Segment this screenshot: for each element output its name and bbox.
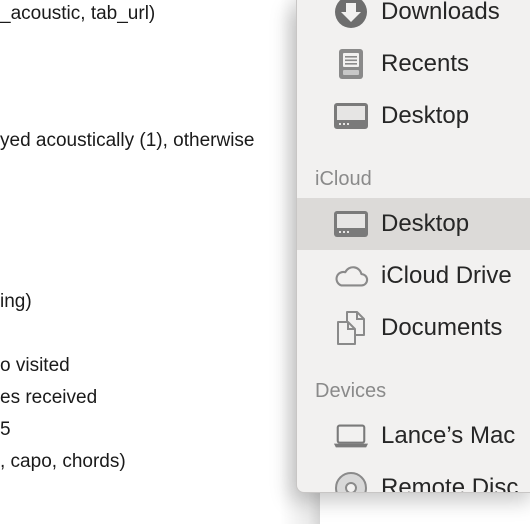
desktop-icon bbox=[333, 206, 369, 242]
section-header-devices: Devices bbox=[315, 380, 387, 402]
sidebar-item-label: Lance’s Mac bbox=[381, 422, 516, 449]
downloads-icon bbox=[333, 0, 369, 30]
sidebar-item-lances-mac[interactable]: Lance’s Mac bbox=[297, 410, 530, 462]
sidebar-item-documents[interactable]: Documents bbox=[297, 302, 530, 354]
sidebar-item-remote-disc[interactable]: Remote Disc bbox=[297, 462, 530, 493]
disc-icon bbox=[333, 470, 369, 492]
document-line: yed acoustically (1), otherwise bbox=[0, 130, 255, 151]
recents-icon bbox=[333, 46, 369, 82]
document-line: _acoustic, tab_url) bbox=[0, 3, 156, 24]
sidebar-item-label: Recents bbox=[381, 50, 470, 77]
sidebar-item-label: Desktop bbox=[381, 102, 470, 129]
document-line: o visited bbox=[0, 355, 70, 376]
section-header-icloud: iCloud bbox=[315, 168, 372, 190]
document-line: , capo, chords) bbox=[0, 451, 126, 472]
sidebar-item-recents[interactable]: Recents bbox=[297, 38, 530, 90]
document-line: ing) bbox=[0, 291, 32, 312]
documents-icon bbox=[333, 310, 369, 346]
sidebar-item-label: Documents bbox=[381, 314, 503, 341]
document-line: es received bbox=[0, 387, 98, 408]
cloud-icon bbox=[333, 258, 369, 294]
sidebar-item-downloads[interactable]: Downloads bbox=[297, 0, 530, 38]
sidebar-item-icloud-drive[interactable]: iCloud Drive bbox=[297, 250, 530, 302]
document-line: 5 bbox=[0, 419, 11, 440]
sidebar-item-desktop-favorites[interactable]: Desktop bbox=[297, 90, 530, 142]
finder-sidebar: Downloads Recents Desktop iCloud Desktop… bbox=[296, 0, 530, 493]
sidebar-item-label: iCloud Drive bbox=[381, 262, 512, 289]
laptop-icon bbox=[333, 418, 369, 454]
sidebar-item-label: Desktop bbox=[381, 210, 470, 237]
sidebar-item-desktop-icloud[interactable]: Desktop bbox=[297, 198, 530, 250]
sidebar-item-label: Downloads bbox=[381, 0, 500, 25]
desktop-icon bbox=[333, 98, 369, 134]
sidebar-item-label: Remote Disc bbox=[381, 474, 519, 493]
